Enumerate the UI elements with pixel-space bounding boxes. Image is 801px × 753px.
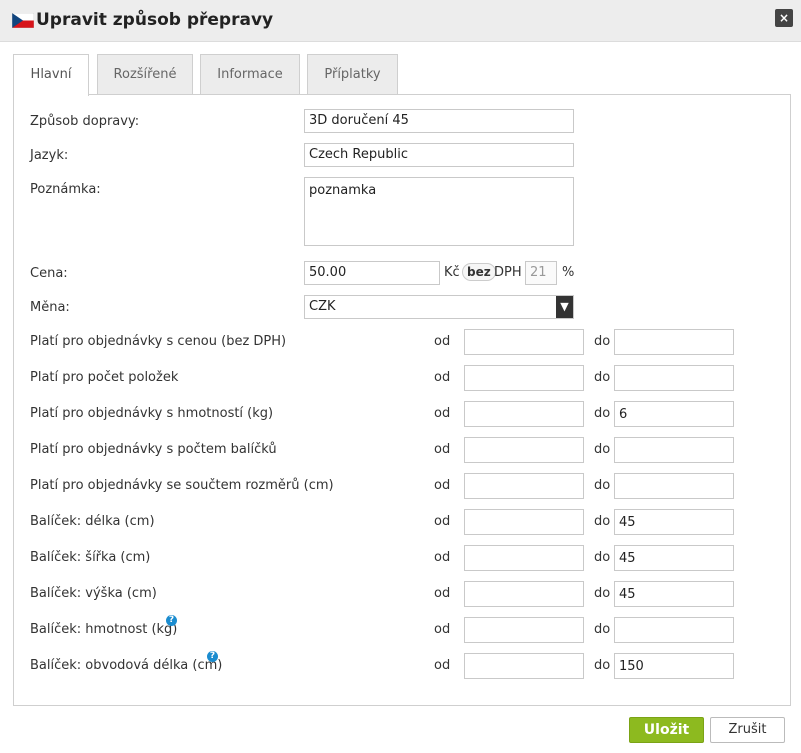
from-label: od: [434, 370, 451, 385]
range-from-input[interactable]: [464, 545, 584, 571]
range-row-label: Balíček: šířka (cm): [30, 550, 151, 565]
range-row-label: Balíček: výška (cm): [30, 586, 157, 601]
currency-select[interactable]: CZK: [304, 295, 574, 319]
range-from-input[interactable]: [464, 329, 584, 355]
price-input[interactable]: 50.00: [304, 261, 440, 285]
to-label: do: [594, 550, 611, 565]
range-from-input[interactable]: [464, 365, 584, 391]
help-icon[interactable]: ?: [166, 615, 177, 626]
range-from-input[interactable]: [464, 509, 584, 535]
to-label: do: [594, 478, 611, 493]
vat-label: DPH: [494, 265, 522, 280]
range-to-input[interactable]: 45: [614, 581, 734, 607]
cancel-button[interactable]: Zrušit: [710, 717, 785, 743]
to-label: do: [594, 658, 611, 673]
vat-rate-input[interactable]: 21: [525, 261, 557, 285]
range-row-label: Platí pro počet položek: [30, 370, 179, 385]
to-label: do: [594, 406, 611, 421]
currency-label: Měna:: [30, 300, 70, 315]
language-label: Jazyk:: [30, 148, 69, 163]
range-to-input[interactable]: 6: [614, 401, 734, 427]
range-row-label: Platí pro objednávky s hmotností (kg): [30, 406, 274, 421]
range-row-label: Platí pro objednávky se součtem rozměrů …: [30, 478, 334, 493]
range-from-input[interactable]: [464, 473, 584, 499]
from-label: od: [434, 658, 451, 673]
range-to-input[interactable]: 45: [614, 509, 734, 535]
range-to-input[interactable]: [614, 473, 734, 499]
save-button[interactable]: Uložit: [629, 717, 704, 743]
from-label: od: [434, 478, 451, 493]
range-to-input[interactable]: 150: [614, 653, 734, 679]
range-row-label: Platí pro objednávky s cenou (bez DPH): [30, 334, 287, 349]
from-label: od: [434, 622, 451, 637]
from-label: od: [434, 550, 451, 565]
price-label: Cena:: [30, 266, 68, 281]
range-to-input[interactable]: 45: [614, 545, 734, 571]
currency-symbol: Kč: [444, 265, 460, 280]
chevron-down-icon[interactable]: ▼: [556, 296, 573, 318]
range-to-input[interactable]: [614, 617, 734, 643]
range-to-input[interactable]: [614, 329, 734, 355]
range-from-input[interactable]: [464, 617, 584, 643]
range-to-input[interactable]: [614, 437, 734, 463]
note-label: Poznámka:: [30, 182, 101, 197]
percent-sign: %: [562, 265, 575, 280]
range-from-input[interactable]: [464, 581, 584, 607]
range-to-input[interactable]: [614, 365, 734, 391]
to-label: do: [594, 586, 611, 601]
range-from-input[interactable]: [464, 653, 584, 679]
method-label: Způsob dopravy:: [30, 114, 140, 129]
language-input[interactable]: Czech Republic: [304, 143, 574, 167]
to-label: do: [594, 334, 611, 349]
to-label: do: [594, 514, 611, 529]
range-row-label: Balíček: délka (cm): [30, 514, 155, 529]
to-label: do: [594, 442, 611, 457]
range-row-label: Balíček: hmotnost (kg): [30, 622, 178, 637]
from-label: od: [434, 334, 451, 349]
to-label: do: [594, 370, 611, 385]
range-from-input[interactable]: [464, 437, 584, 463]
note-textarea[interactable]: poznamka: [304, 177, 574, 246]
from-label: od: [434, 586, 451, 601]
to-label: do: [594, 622, 611, 637]
range-from-input[interactable]: [464, 401, 584, 427]
range-row-label: Balíček: obvodová délka (cm): [30, 658, 223, 673]
help-icon[interactable]: ?: [207, 651, 218, 662]
vat-mode-toggle[interactable]: bez: [462, 263, 496, 281]
from-label: od: [434, 406, 451, 421]
range-row-label: Platí pro objednávky s počtem balíčků: [30, 442, 277, 457]
from-label: od: [434, 514, 451, 529]
form-area: Způsob dopravy: 3D doručení 45 Jazyk: Cz…: [0, 0, 801, 753]
method-input[interactable]: 3D doručení 45: [304, 109, 574, 133]
from-label: od: [434, 442, 451, 457]
